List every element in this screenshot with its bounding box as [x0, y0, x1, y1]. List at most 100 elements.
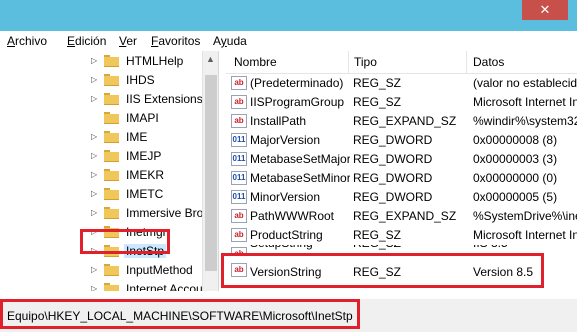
- string-value-icon: ab: [231, 263, 247, 277]
- key-tree[interactable]: ▷ HTMLHelp ▷ IHDS ▷ IIS Extensions IMAPI ▷ IME ▷ I…: [0, 51, 202, 299]
- tree-vertical-scrollbar[interactable]: ▲: [202, 51, 219, 299]
- value-data: Microsoft Internet Info: [473, 228, 577, 242]
- value-type: REG_SZ: [353, 265, 402, 279]
- value-name: SetupString: [250, 245, 350, 250]
- string-value-icon: ab: [231, 76, 247, 90]
- value-data: 0x00000005 (5): [473, 190, 558, 204]
- value-type: REG_SZ: [353, 228, 402, 242]
- tree-item-label: IME: [126, 130, 148, 144]
- value-type: REG_DWORD: [353, 152, 433, 166]
- list-header: Nombre Tipo Datos: [226, 51, 577, 74]
- tree-item[interactable]: ▷ HTMLHelp: [0, 52, 202, 71]
- column-divider[interactable]: [348, 51, 349, 73]
- value-row[interactable]: ab ProductString REG_SZ Microsoft Internet …: [226, 226, 577, 245]
- value-row-versionstring[interactable]: ab VersionString REG_SZ Version 8.5: [221, 253, 544, 288]
- tree-item[interactable]: ▷ IHDS: [0, 71, 202, 90]
- value-name: MinorVersion: [250, 190, 321, 204]
- value-type: REG_SZ: [353, 245, 401, 250]
- value-row[interactable]: ab IISProgramGroup REG_SZ Microsoft Interne…: [226, 93, 577, 112]
- tree-item[interactable]: ▷ IME: [0, 128, 202, 147]
- value-row[interactable]: ab PathWWWRoot REG_EXPAND_SZ %SystemDrive%\…: [226, 207, 577, 226]
- value-name: ProductString: [250, 228, 323, 242]
- value-name: InstallPath: [250, 114, 307, 128]
- menu-edicion[interactable]: Edición: [67, 34, 106, 48]
- expand-arrow-icon[interactable]: ▷: [91, 170, 97, 179]
- expand-arrow-icon[interactable]: ▷: [91, 265, 97, 274]
- folder-icon: [104, 131, 119, 143]
- value-type: REG_DWORD: [353, 190, 433, 204]
- column-header-name[interactable]: Nombre: [234, 55, 277, 69]
- expand-arrow-icon[interactable]: ▷: [91, 75, 97, 84]
- value-data: 0x00000008 (8): [473, 133, 558, 147]
- menu-archivo[interactable]: Archivo: [7, 34, 47, 48]
- value-row[interactable]: 011 MinorVersion REG_DWORD 0x00000005 (5): [226, 188, 577, 207]
- status-path: Equipo\HKEY_LOCAL_MACHINE\SOFTWARE\Micro…: [7, 309, 353, 323]
- menu-ayuda[interactable]: Ayuda: [213, 34, 247, 48]
- value-name: MajorVersion: [250, 133, 321, 147]
- value-type: REG_SZ: [353, 95, 402, 109]
- tree-item[interactable]: ▷ IMETC: [0, 185, 202, 204]
- value-type: REG_SZ: [353, 76, 402, 90]
- tree-item[interactable]: ▷ Immersive Bro: [0, 204, 202, 223]
- tree-item-label: InputMethod: [126, 263, 193, 277]
- status-path-highlight: Equipo\HKEY_LOCAL_MACHINE\SOFTWARE\Micro…: [0, 299, 360, 329]
- value-name: PathWWWRoot: [250, 209, 335, 223]
- binary-value-icon: 011: [231, 171, 247, 185]
- value-row[interactable]: ab (Predeterminado) REG_SZ (valor no establ…: [226, 74, 577, 93]
- expand-arrow-icon[interactable]: ▷: [91, 151, 97, 160]
- value-row[interactable]: ab InstallPath REG_EXPAND_SZ %windir%\syste…: [226, 112, 577, 131]
- value-data: (valor no establecido): [473, 76, 577, 90]
- folder-icon: [104, 74, 119, 86]
- menu-ver[interactable]: Ver: [119, 34, 137, 48]
- menu-favoritos[interactable]: Favoritos: [151, 34, 200, 48]
- folder-icon: [104, 169, 119, 181]
- value-row[interactable]: 011MetabaseSetMinorVersionREG_DWORD 0x000…: [226, 169, 577, 188]
- expand-arrow-icon[interactable]: ▷: [91, 94, 97, 103]
- folder-icon: [104, 207, 119, 219]
- tree-item-label: IMAPI: [126, 111, 159, 125]
- tree-item[interactable]: ▷ InputMethod: [0, 261, 202, 280]
- scroll-up-icon[interactable]: ▲: [206, 54, 215, 64]
- value-data: 0x00000003 (3): [473, 152, 558, 166]
- tree-item[interactable]: ▷ IMEKR: [0, 166, 202, 185]
- value-name: IISProgramGroup: [250, 95, 345, 109]
- expand-arrow-icon[interactable]: ▷: [91, 208, 97, 217]
- tree-item-label: IIS Extensions: [126, 92, 202, 106]
- expand-arrow-icon[interactable]: ▷: [91, 189, 97, 198]
- folder-icon: [104, 55, 119, 67]
- value-name: MetabaseSetMinorVersion: [250, 171, 350, 185]
- title-bar: ✕: [0, 0, 577, 31]
- tree-item[interactable]: ▷ IMEJP: [0, 147, 202, 166]
- folder-icon: [104, 264, 119, 276]
- value-type: REG_EXPAND_SZ: [353, 209, 457, 223]
- close-icon: ✕: [539, 2, 551, 17]
- tree-item[interactable]: ▷ IIS Extensions: [0, 90, 202, 109]
- tree-item[interactable]: IMAPI: [0, 109, 202, 128]
- value-type: REG_EXPAND_SZ: [353, 114, 457, 128]
- value-row[interactable]: 011MetabaseSetMajorVersionREG_DWORD 0x000…: [226, 150, 577, 169]
- string-value-icon: ab: [231, 95, 247, 109]
- column-divider[interactable]: [466, 51, 467, 73]
- value-data: Microsoft Internet Info: [473, 95, 577, 109]
- scrollbar-thumb[interactable]: [205, 75, 217, 271]
- binary-value-icon: 011: [231, 190, 247, 204]
- expand-arrow-icon[interactable]: ▷: [91, 56, 97, 65]
- value-row[interactable]: 011 MajorVersion REG_DWORD 0x00000008 (8): [226, 131, 577, 150]
- column-header-data[interactable]: Datos: [473, 55, 504, 69]
- value-row[interactable]: abSetupStringREG_SZIIS 8.5: [226, 245, 577, 253]
- value-type: REG_DWORD: [353, 171, 433, 185]
- tree-item-label: HTMLHelp: [126, 54, 184, 68]
- value-data: IIS 8.5: [473, 245, 508, 250]
- binary-value-icon: 011: [231, 133, 247, 147]
- value-name: VersionString: [250, 265, 322, 279]
- string-value-icon: ab: [231, 209, 247, 223]
- close-button[interactable]: ✕: [522, 0, 568, 20]
- tree-item-label: IMETC: [126, 187, 164, 201]
- value-name: (Predeterminado): [250, 76, 344, 90]
- value-name: MetabaseSetMajorVersion: [250, 152, 350, 166]
- value-data: Version 8.5: [473, 265, 534, 279]
- folder-icon: [104, 150, 119, 162]
- tree-item-label: IMEJP: [126, 149, 162, 163]
- column-header-type[interactable]: Tipo: [354, 55, 377, 69]
- expand-arrow-icon[interactable]: ▷: [91, 132, 97, 141]
